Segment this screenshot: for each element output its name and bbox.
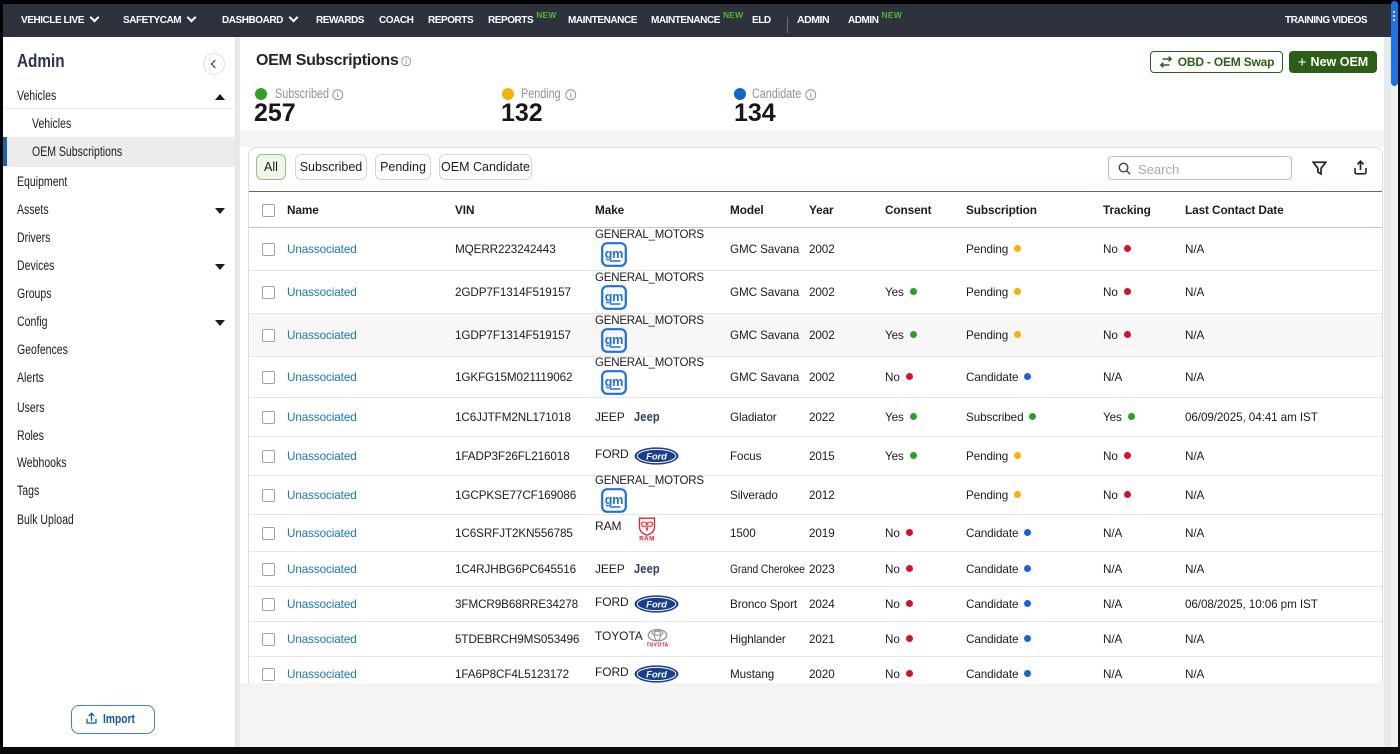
svg-text:gm: gm bbox=[605, 333, 624, 347]
svg-text:RAM: RAM bbox=[640, 536, 656, 542]
svg-text:gm: gm bbox=[605, 493, 624, 507]
svg-text:TOYOTA: TOYOTA bbox=[647, 643, 668, 649]
svg-text:gm: gm bbox=[605, 375, 624, 389]
svg-text:Ford: Ford bbox=[646, 452, 667, 463]
svg-text:gm: gm bbox=[605, 247, 624, 261]
svg-text:Ford: Ford bbox=[646, 600, 667, 611]
svg-text:gm: gm bbox=[605, 290, 624, 304]
svg-text:Ford: Ford bbox=[646, 670, 667, 681]
